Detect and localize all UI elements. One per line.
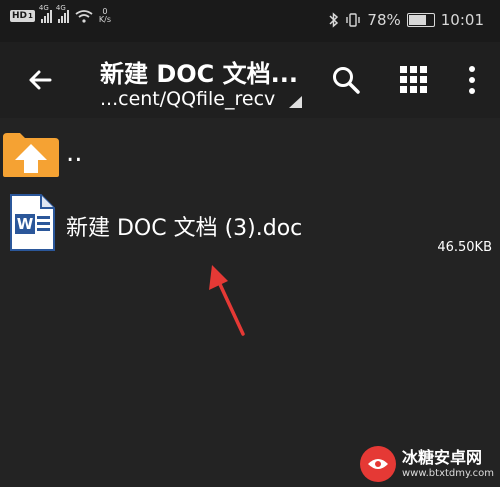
watermark-logo-icon (360, 445, 396, 482)
watermark-url: www.btxtdmy.com (402, 467, 495, 479)
annotation-arrow (209, 265, 245, 336)
watermark-title: 冰糖安卓网 (402, 447, 483, 467)
watermark-text: 冰糖安卓网 www.btxtdmy.com (402, 448, 494, 480)
watermark: 冰糖安卓网 www.btxtdmy.com (360, 440, 500, 487)
